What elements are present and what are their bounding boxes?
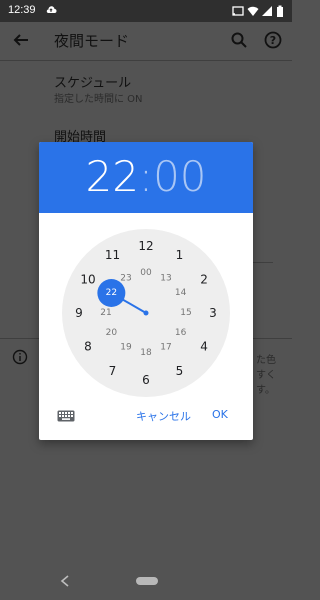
clock-hour-6[interactable]: 6 <box>142 373 150 387</box>
clock-hour-4[interactable]: 4 <box>200 340 208 354</box>
clock-hour-12[interactable]: 12 <box>138 239 153 253</box>
back-arrow-icon[interactable] <box>12 31 30 49</box>
search-icon[interactable] <box>230 31 248 49</box>
section-divider-right <box>253 338 292 339</box>
clock-hour-15[interactable]: 15 <box>180 308 191 318</box>
clock-hour-7[interactable]: 7 <box>109 364 117 378</box>
clock-hour-5[interactable]: 5 <box>176 364 184 378</box>
svg-text:?: ? <box>270 34 276 47</box>
schedule-title[interactable]: スケジュール <box>54 72 131 91</box>
status-bar: 12:39 <box>0 0 292 22</box>
section-divider-left <box>0 338 39 339</box>
clock-hour-23[interactable]: 23 <box>120 273 131 283</box>
info-text-line-1: た色 <box>256 355 276 366</box>
signal-icon <box>262 6 272 16</box>
info-text-line-2: すく <box>256 370 276 381</box>
time-display: 22:00 <box>39 151 253 203</box>
cast-icon <box>232 6 244 16</box>
wifi-icon <box>247 6 259 16</box>
clock-hour-8[interactable]: 8 <box>84 340 92 354</box>
list-divider <box>253 262 273 263</box>
clock-hour-13[interactable]: 13 <box>160 273 171 283</box>
clock-hour-1[interactable]: 1 <box>176 248 184 262</box>
cloud-upload-icon <box>46 6 57 13</box>
clock-hour-10[interactable]: 10 <box>80 273 95 287</box>
time-separator: : <box>138 152 154 201</box>
status-time: 12:39 <box>8 4 36 16</box>
keyboard-icon[interactable] <box>57 410 75 422</box>
clock-hour-21[interactable]: 21 <box>100 308 111 318</box>
clock-face[interactable]: 121234567891011001314151617181920212223 <box>62 229 230 397</box>
clock-hour-00[interactable]: 00 <box>140 268 152 278</box>
dialog-footer: キャンセル OK <box>39 400 253 440</box>
info-icon <box>12 349 28 365</box>
ok-button[interactable]: OK <box>212 408 228 421</box>
app-bar-divider <box>0 60 292 61</box>
hour-display[interactable]: 22 <box>85 151 138 203</box>
battery-icon <box>277 5 283 17</box>
help-icon[interactable]: ? <box>264 31 282 49</box>
clock-hour-11[interactable]: 11 <box>105 248 120 262</box>
clock-center-dot <box>143 310 149 316</box>
clock-hour-2[interactable]: 2 <box>200 273 208 287</box>
info-text-line-3: す。 <box>256 385 275 396</box>
clock-hour-19[interactable]: 19 <box>120 343 132 353</box>
navigation-bar <box>0 560 292 600</box>
time-picker-header: 22:00 <box>39 142 253 213</box>
minute-display[interactable]: 00 <box>153 151 206 203</box>
schedule-subtitle: 指定した時間に ON <box>54 94 143 105</box>
clock-hour-17[interactable]: 17 <box>160 343 171 353</box>
page-title: 夜間モード <box>54 32 130 50</box>
clock-hour-9[interactable]: 9 <box>75 306 83 320</box>
clock-hour-18[interactable]: 18 <box>140 348 152 358</box>
clock-hour-14[interactable]: 14 <box>175 288 187 298</box>
clock-hour-3[interactable]: 3 <box>209 306 217 320</box>
time-picker-dialog: 22:00 12 1 2 3 4 5 6 7 8 9 10 11 00 13 14 15 16 17 18 19 20 2… <box>39 142 253 440</box>
nav-back-icon[interactable] <box>60 575 70 587</box>
clock-dial[interactable]: 12 1 2 3 4 5 6 7 8 9 10 11 00 13 14 15 16 17 18 19 20 21 22 23 <box>62 229 230 397</box>
app-bar: 夜間モード ? <box>0 22 292 60</box>
clock-hour-16[interactable]: 16 <box>175 328 187 338</box>
cancel-button[interactable]: キャンセル <box>136 408 191 424</box>
clock-hour-20[interactable]: 20 <box>106 328 118 338</box>
clock-hour-22[interactable]: 22 <box>106 288 117 298</box>
nav-home-pill[interactable] <box>136 577 158 585</box>
